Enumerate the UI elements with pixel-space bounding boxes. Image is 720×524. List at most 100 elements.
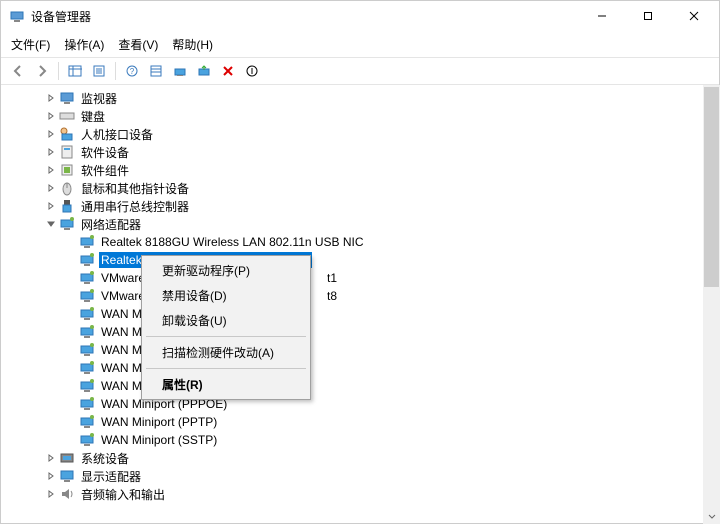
tree-device[interactable]: Realtek PCIe GbE Family Controller #2 [9, 251, 719, 269]
audio-icon [59, 486, 75, 502]
show-hide-tree-button[interactable] [64, 60, 86, 82]
chevron-right-icon[interactable] [45, 92, 57, 104]
scroll-down-icon[interactable] [703, 507, 720, 524]
chevron-right-icon[interactable] [45, 182, 57, 194]
tree-item-label: 人机接口设备 [79, 125, 155, 144]
chevron-right-icon[interactable] [45, 128, 57, 140]
tree-device[interactable]: VMwaret8 [9, 287, 719, 305]
tree-category[interactable]: 监视器 [9, 89, 719, 107]
tree-device[interactable]: WAN M [9, 305, 719, 323]
tree-device[interactable]: Realtek 8188GU Wireless LAN 802.11n USB … [9, 233, 719, 251]
tree-item-label: 软件设备 [79, 143, 131, 162]
app-icon [9, 8, 25, 24]
display-icon [59, 468, 75, 484]
minimize-button[interactable] [579, 1, 625, 31]
hid-icon [59, 126, 75, 142]
system-icon [59, 450, 75, 466]
chevron-right-icon[interactable] [45, 164, 57, 176]
scan-hardware-button[interactable] [193, 60, 215, 82]
uninstall-button[interactable] [217, 60, 239, 82]
chevron-right-icon[interactable] [45, 488, 57, 500]
tree-category[interactable]: 音频输入和输出 [9, 485, 719, 503]
tree-item-label: WAN M [99, 342, 144, 358]
titlebar: 设备管理器 [1, 1, 719, 31]
menubar: 文件(F) 操作(A) 查看(V) 帮助(H) [1, 31, 719, 57]
tree-category[interactable]: 网络适配器 [9, 215, 719, 233]
device-manager-window: 设备管理器 文件(F) 操作(A) 查看(V) 帮助(H) ? 监视器键盘人机接… [0, 0, 720, 524]
tree-device[interactable]: WAN Miniport (SSTP) [9, 431, 719, 449]
menu-help[interactable]: 帮助(H) [172, 36, 213, 53]
network-icon [79, 270, 95, 286]
chevron-down-icon[interactable] [45, 218, 57, 230]
ctx-scan-hardware[interactable]: 扫描检测硬件改动(A) [144, 340, 308, 365]
maximize-button[interactable] [625, 1, 671, 31]
network-icon [79, 288, 95, 304]
tree-item-label: 键盘 [79, 107, 107, 126]
disable-button[interactable] [241, 60, 263, 82]
tree-device[interactable]: WAN M [9, 341, 719, 359]
back-button[interactable] [7, 60, 29, 82]
tree-item-label: 显示适配器 [79, 467, 143, 486]
tree-category[interactable]: 键盘 [9, 107, 719, 125]
tree-item-label: 软件组件 [79, 161, 131, 180]
usb-icon [59, 198, 75, 214]
tree-category[interactable]: 软件设备 [9, 143, 719, 161]
chevron-right-icon[interactable] [45, 452, 57, 464]
ctx-separator [146, 368, 306, 369]
context-menu: 更新驱动程序(P) 禁用设备(D) 卸载设备(U) 扫描检测硬件改动(A) 属性… [141, 255, 311, 400]
help-button[interactable]: ? [121, 60, 143, 82]
device-tree[interactable]: 监视器键盘人机接口设备软件设备软件组件鼠标和其他指针设备通用串行总线控制器网络适… [1, 85, 719, 523]
network-icon [79, 234, 95, 250]
network-icon [79, 342, 95, 358]
chevron-right-icon[interactable] [45, 146, 57, 158]
tree-category[interactable]: 显示适配器 [9, 467, 719, 485]
expander-none [65, 416, 77, 428]
scroll-thumb[interactable] [704, 87, 719, 287]
network-icon [79, 378, 95, 394]
network-icon [79, 414, 95, 430]
vertical-scrollbar[interactable] [703, 85, 720, 524]
close-button[interactable] [671, 1, 717, 31]
svg-text:?: ? [130, 67, 135, 76]
tree-item-label-suffix: t8 [327, 289, 337, 303]
expander-none [65, 362, 77, 374]
network-icon [79, 252, 95, 268]
tree-category[interactable]: 软件组件 [9, 161, 719, 179]
tree-item-label: 音频输入和输出 [79, 485, 167, 504]
tree-item-label: WAN Miniport (PPTP) [99, 414, 219, 430]
ctx-update-driver[interactable]: 更新驱动程序(P) [144, 258, 308, 283]
window-title: 设备管理器 [31, 8, 91, 25]
menu-action[interactable]: 操作(A) [64, 36, 104, 53]
menu-file[interactable]: 文件(F) [11, 36, 50, 53]
properties-button[interactable] [88, 60, 110, 82]
tree-device[interactable]: WAN Miniport (PPPOE) [9, 395, 719, 413]
tree-device[interactable]: WAN Miniport (PPTP) [9, 413, 719, 431]
tree-category[interactable]: 系统设备 [9, 449, 719, 467]
toolbar: ? [1, 57, 719, 85]
tree-item-label: 鼠标和其他指针设备 [79, 179, 191, 198]
tree-category[interactable]: 人机接口设备 [9, 125, 719, 143]
chevron-right-icon[interactable] [45, 470, 57, 482]
menu-view[interactable]: 查看(V) [118, 36, 158, 53]
tree-item-label: 网络适配器 [79, 215, 143, 234]
expander-none [65, 380, 77, 392]
tree-category[interactable]: 鼠标和其他指针设备 [9, 179, 719, 197]
ctx-disable-device[interactable]: 禁用设备(D) [144, 283, 308, 308]
software-icon [59, 144, 75, 160]
chevron-right-icon[interactable] [45, 200, 57, 212]
tree-device[interactable]: WAN M [9, 323, 719, 341]
ctx-properties[interactable]: 属性(R) [144, 372, 308, 397]
ctx-uninstall-device[interactable]: 卸载设备(U) [144, 308, 308, 333]
network-icon [79, 360, 95, 376]
tree-device[interactable]: WAN Miniport (Network Monitor) [9, 377, 719, 395]
update-driver-button[interactable] [169, 60, 191, 82]
tree-item-label: 系统设备 [79, 449, 131, 468]
chevron-right-icon[interactable] [45, 110, 57, 122]
expander-none [65, 398, 77, 410]
forward-button[interactable] [31, 60, 53, 82]
list-view-button[interactable] [145, 60, 167, 82]
tree-category[interactable]: 通用串行总线控制器 [9, 197, 719, 215]
tree-device[interactable]: WAN M [9, 359, 719, 377]
tree-device[interactable]: VMwaret1 [9, 269, 719, 287]
expander-none [65, 326, 77, 338]
